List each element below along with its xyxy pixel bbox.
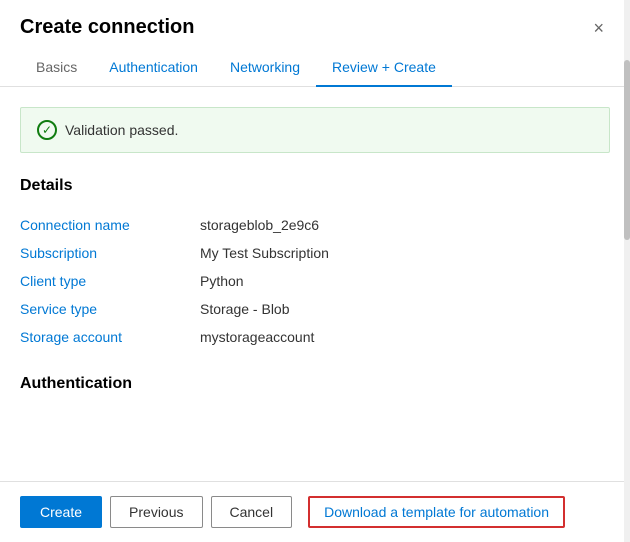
table-row: Subscription My Test Subscription (20, 239, 610, 267)
details-section-title: Details (20, 177, 610, 195)
create-connection-dialog: Create connection × Basics Authenticatio… (0, 0, 630, 542)
cancel-button[interactable]: Cancel (211, 496, 293, 528)
tabs-container: Basics Authentication Networking Review … (0, 49, 630, 87)
scrollbar-track (624, 0, 630, 542)
field-label-connection-name: Connection name (20, 211, 200, 239)
dialog-body: ✓ Validation passed. Details Connection … (0, 87, 630, 481)
tab-review-create[interactable]: Review + Create (316, 49, 452, 87)
field-label-service-type: Service type (20, 295, 200, 323)
field-value-connection-name: storageblob_2e9c6 (200, 211, 610, 239)
previous-button[interactable]: Previous (110, 496, 202, 528)
field-value-storage-account: mystorageaccount (200, 323, 610, 351)
dialog-footer: Create Previous Cancel Download a templa… (0, 481, 630, 542)
dialog-header: Create connection × (0, 0, 630, 49)
details-section: Details Connection name storageblob_2e9c… (20, 177, 610, 351)
validation-banner: ✓ Validation passed. (20, 107, 610, 153)
validation-message: Validation passed. (65, 122, 178, 138)
field-label-client-type: Client type (20, 267, 200, 295)
table-row: Connection name storageblob_2e9c6 (20, 211, 610, 239)
close-button[interactable]: × (587, 17, 610, 39)
download-template-button[interactable]: Download a template for automation (308, 496, 565, 528)
table-row: Storage account mystorageaccount (20, 323, 610, 351)
dialog-title: Create connection (20, 16, 194, 39)
table-row: Service type Storage - Blob (20, 295, 610, 323)
field-label-storage-account: Storage account (20, 323, 200, 351)
validation-check-icon: ✓ (37, 120, 57, 140)
tab-authentication[interactable]: Authentication (93, 49, 214, 87)
authentication-section: Authentication (20, 375, 610, 393)
tab-networking[interactable]: Networking (214, 49, 316, 87)
table-row: Client type Python (20, 267, 610, 295)
tab-basics[interactable]: Basics (20, 49, 93, 87)
details-table: Connection name storageblob_2e9c6 Subscr… (20, 211, 610, 351)
field-value-client-type: Python (200, 267, 610, 295)
create-button[interactable]: Create (20, 496, 102, 528)
field-value-service-type: Storage - Blob (200, 295, 610, 323)
scrollbar-thumb[interactable] (624, 60, 630, 240)
field-label-subscription: Subscription (20, 239, 200, 267)
authentication-section-title: Authentication (20, 375, 610, 393)
field-value-subscription: My Test Subscription (200, 239, 610, 267)
